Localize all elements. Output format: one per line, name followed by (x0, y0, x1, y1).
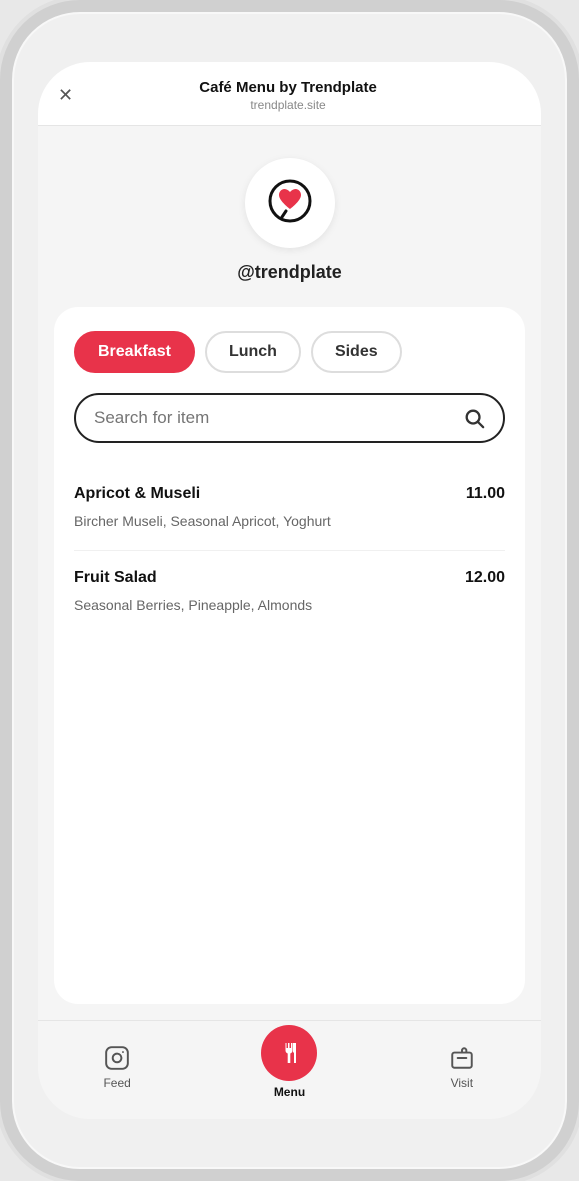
category-tabs: Breakfast Lunch Sides (74, 331, 505, 373)
menu-item: Fruit Salad 12.00 Seasonal Berries, Pine… (74, 551, 505, 634)
browser-bar: ✕ Café Menu by Trendplate trendplate.sit… (38, 62, 541, 126)
menu-button[interactable] (261, 1025, 317, 1081)
cutlery-icon (277, 1041, 301, 1065)
visit-icon (448, 1044, 476, 1072)
browser-url: trendplate.site (85, 98, 491, 114)
close-button[interactable]: ✕ (58, 85, 73, 106)
nav-menu[interactable]: Menu (261, 1035, 317, 1099)
search-bar (74, 393, 505, 443)
menu-item-name: Apricot & Museli (74, 485, 200, 503)
nav-visit-label: Visit (451, 1076, 473, 1090)
nav-feed-label: Feed (103, 1076, 130, 1090)
menu-item: Apricot & Museli 11.00 Bircher Museli, S… (74, 467, 505, 551)
main-card: Breakfast Lunch Sides (54, 307, 525, 1004)
menu-item-header: Apricot & Museli 11.00 (74, 485, 505, 503)
nav-feed[interactable]: Feed (103, 1044, 131, 1090)
search-input[interactable] (94, 408, 463, 428)
menu-item-price: 11.00 (466, 485, 505, 503)
menu-item-name: Fruit Salad (74, 569, 157, 587)
bottom-nav: Feed Menu (38, 1020, 541, 1119)
menu-list: Apricot & Museli 11.00 Bircher Museli, S… (74, 467, 505, 634)
browser-title-area: Café Menu by Trendplate trendplate.site (85, 78, 521, 113)
menu-item-header: Fruit Salad 12.00 (74, 569, 505, 587)
menu-item-description: Seasonal Berries, Pineapple, Almonds (74, 595, 505, 616)
nav-visit[interactable]: Visit (448, 1044, 476, 1090)
username: @trendplate (237, 262, 342, 283)
feed-icon (103, 1044, 131, 1072)
phone-screen: ✕ Café Menu by Trendplate trendplate.sit… (38, 62, 541, 1119)
nav-menu-label: Menu (274, 1085, 305, 1099)
heart-chat-icon (264, 177, 316, 229)
profile-section: @trendplate (38, 126, 541, 307)
phone-frame: ✕ Café Menu by Trendplate trendplate.sit… (0, 0, 579, 1181)
tab-sides[interactable]: Sides (311, 331, 402, 373)
menu-item-description: Bircher Museli, Seasonal Apricot, Yoghur… (74, 511, 505, 532)
search-icon (463, 407, 485, 429)
menu-item-price: 12.00 (465, 569, 505, 587)
avatar (245, 158, 335, 248)
content-area: @trendplate Breakfast Lunch Sides (38, 126, 541, 1020)
tab-lunch[interactable]: Lunch (205, 331, 301, 373)
tab-breakfast[interactable]: Breakfast (74, 331, 195, 373)
browser-title: Café Menu by Trendplate (85, 78, 491, 98)
